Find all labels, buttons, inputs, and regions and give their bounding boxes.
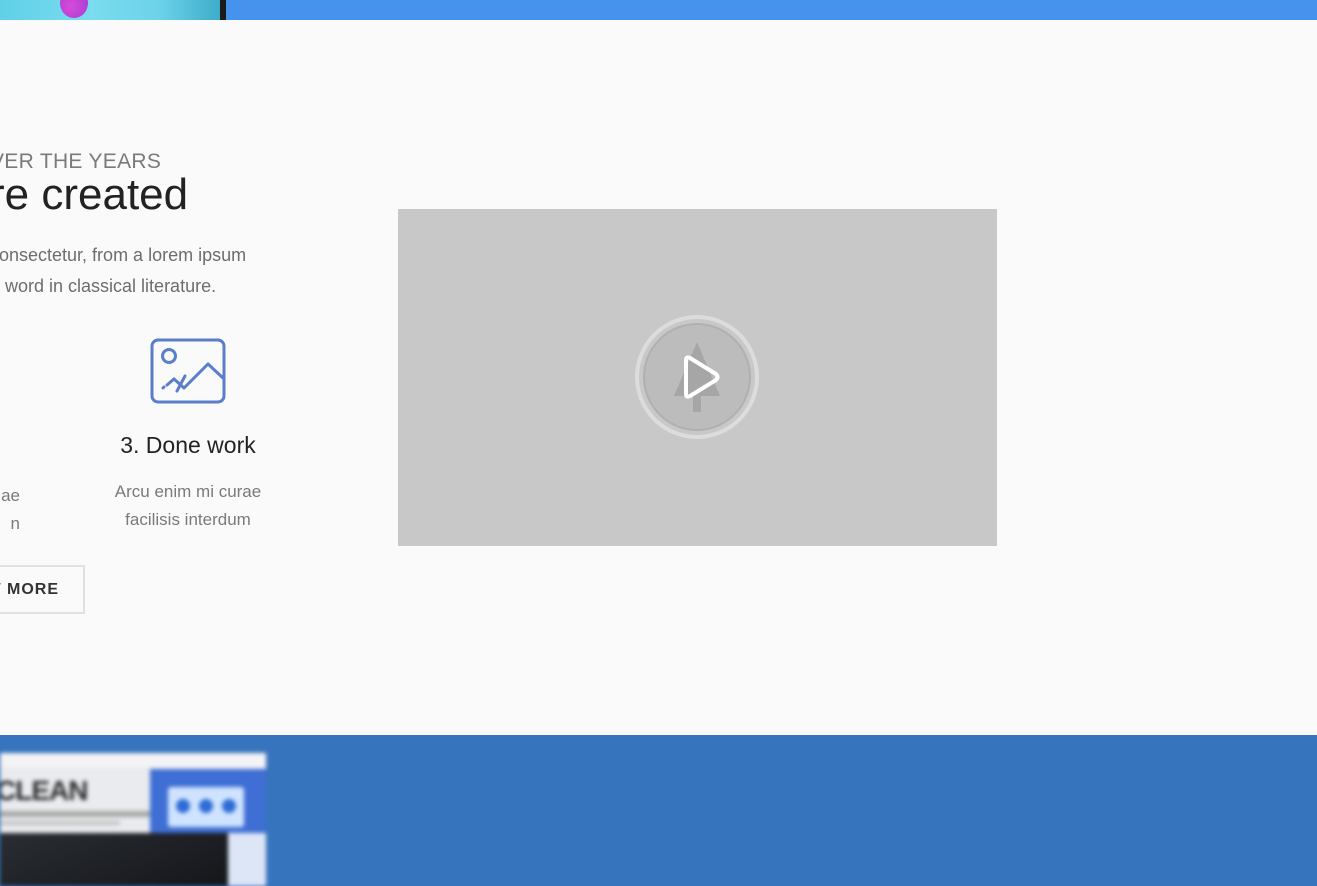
previous-feature-line: ae [1, 486, 20, 505]
video-player[interactable] [398, 209, 997, 546]
portfolio-thumbnail-image[interactable]: CLEAN [0, 753, 266, 886]
play-button[interactable] [634, 314, 760, 440]
section-heading: re created [0, 170, 189, 219]
description-line: e word in classical literature. [0, 276, 217, 296]
top-thumbnail-image [0, 0, 226, 20]
previous-feature-line: n [10, 514, 20, 533]
description-line: consectetur, from a lorem ipsum [0, 245, 247, 265]
section-description: consectetur, from a lorem ipsum e word i… [0, 240, 310, 302]
feature-text-line: Arcu enim mi curae [114, 482, 262, 501]
feature-text: Arcu enim mi curae facilisis interdum [88, 478, 288, 534]
feature-text-line: facilisis interdum [125, 510, 251, 529]
previous-feature-text: ae n [0, 482, 20, 538]
image-icon [150, 338, 226, 404]
feature-title: 3. Done work [120, 432, 256, 458]
thumbnail-title: CLEAN [0, 775, 88, 806]
feature-done-work: 3. Done work Arcu enim mi curae facilisi… [88, 338, 288, 534]
portfolio-band: CLEAN [0, 735, 1317, 886]
view-more-button[interactable]: W MORE [0, 565, 85, 614]
about-section: VER THE YEARS re created consectetur, fr… [0, 20, 1317, 735]
